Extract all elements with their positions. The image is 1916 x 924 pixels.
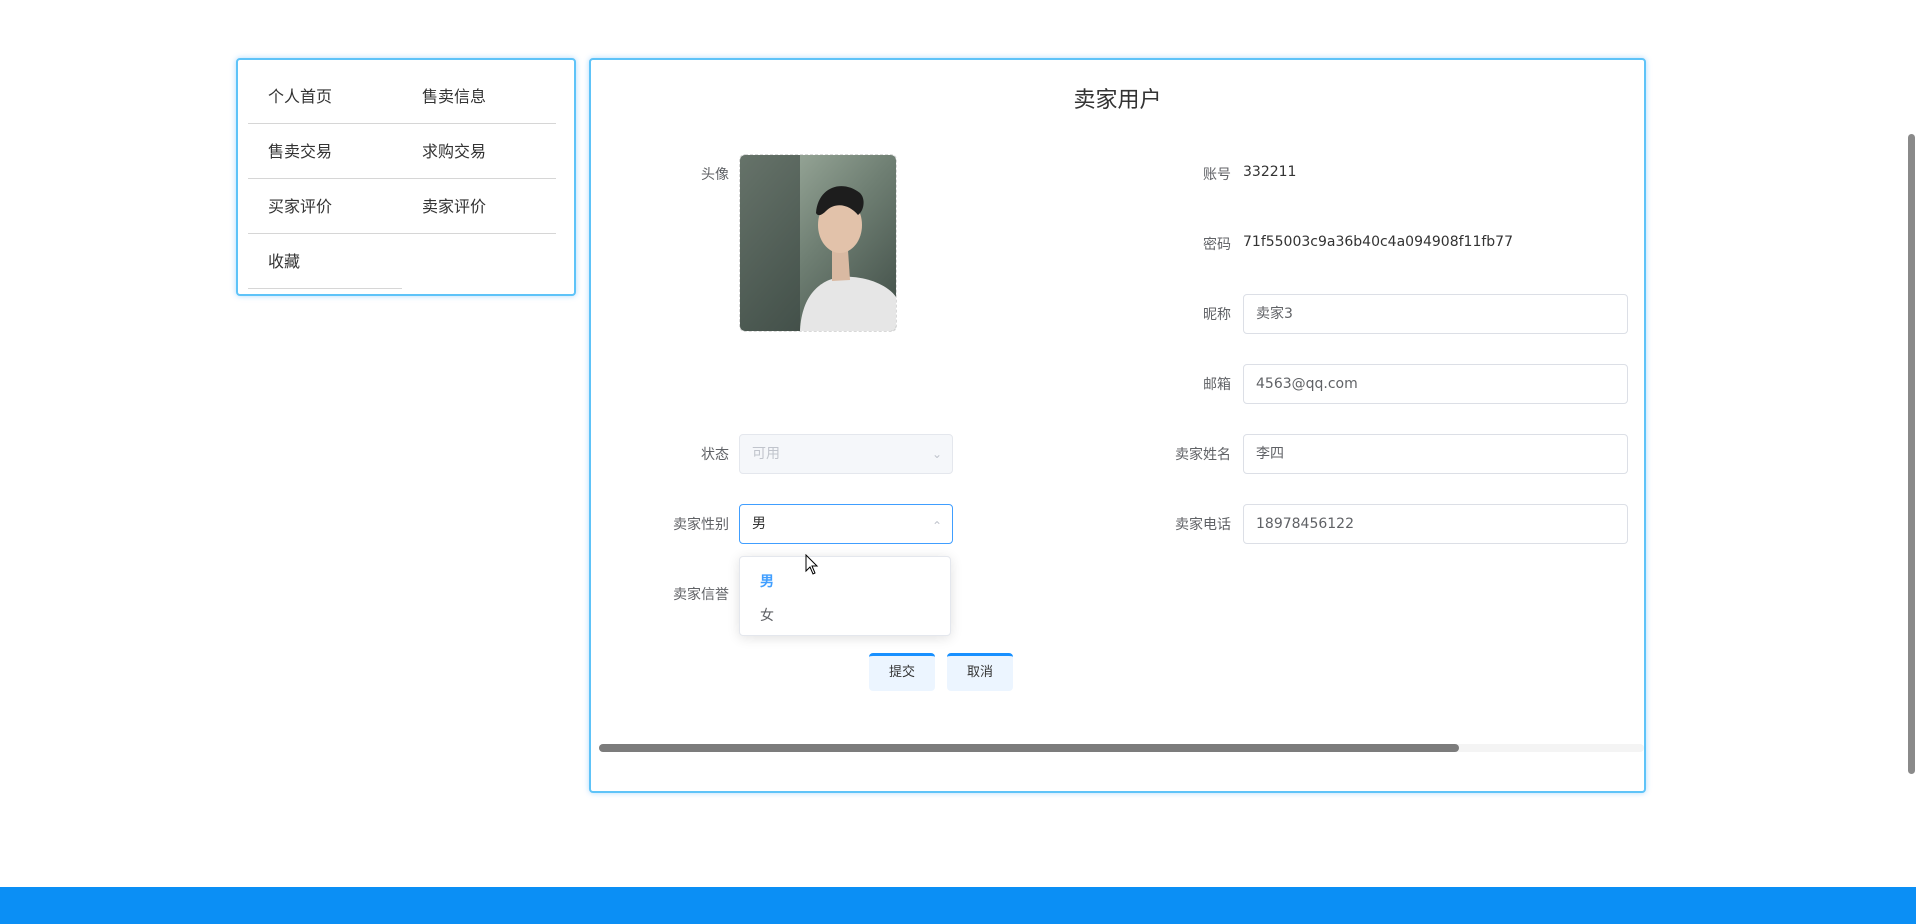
account-label: 账号 [1203, 167, 1231, 183]
gender-dropdown: 男 女 [739, 556, 951, 636]
menu-item-home[interactable]: 个人首页 [248, 70, 402, 124]
submit-button[interactable]: 提交 [869, 653, 935, 691]
status-select-value: 可用 [752, 446, 780, 462]
avatar-photo [740, 155, 896, 331]
menu-item-favorites[interactable]: 收藏 [248, 235, 402, 289]
chevron-down-icon: ⌄ [931, 447, 942, 461]
horizontal-scrollbar[interactable] [599, 744, 1644, 752]
menu-item-sale-info[interactable]: 售卖信息 [402, 70, 556, 124]
menu-item-buyer-review[interactable]: 买家评价 [248, 180, 402, 234]
nickname-input[interactable]: 卖家3 [1243, 294, 1628, 334]
phone-label: 卖家电话 [1175, 517, 1231, 533]
menu-item-purchase-trade[interactable]: 求购交易 [402, 125, 556, 179]
gender-option-male[interactable]: 男 [760, 571, 774, 591]
cancel-button[interactable]: 取消 [947, 653, 1013, 691]
seller-name-label: 卖家姓名 [1175, 447, 1231, 463]
footer-bar [0, 887, 1916, 924]
phone-input[interactable]: 18978456122 [1243, 504, 1628, 544]
seller-form-panel: 卖家用户 头像 账号 332211 密码 71f55003c9a36b40c4a… [589, 58, 1646, 793]
vertical-scrollbar[interactable] [1908, 134, 1915, 774]
nickname-label: 昵称 [1203, 307, 1231, 323]
gender-select[interactable]: 男 ⌃ [739, 504, 953, 544]
account-value: 332211 [1243, 164, 1297, 180]
avatar-upload[interactable] [739, 154, 897, 332]
avatar-label: 头像 [701, 167, 729, 183]
menu-item-sale-trade[interactable]: 售卖交易 [248, 125, 402, 179]
seller-name-input[interactable]: 李四 [1243, 434, 1628, 474]
horizontal-scrollbar-thumb[interactable] [599, 744, 1459, 752]
gender-option-female[interactable]: 女 [760, 605, 774, 625]
status-label: 状态 [701, 447, 729, 463]
menu-item-seller-review[interactable]: 卖家评价 [402, 180, 556, 234]
mouse-cursor-icon [805, 554, 819, 575]
chevron-up-icon: ⌃ [931, 519, 942, 533]
status-select: 可用 ⌄ [739, 434, 953, 474]
password-label: 密码 [1203, 237, 1231, 253]
credit-label: 卖家信誉 [673, 587, 729, 603]
email-input[interactable]: 4563@qq.com [1243, 364, 1628, 404]
password-value: 71f55003c9a36b40c4a094908f11fb77 [1243, 234, 1513, 250]
gender-select-value: 男 [752, 516, 766, 532]
gender-label: 卖家性别 [673, 517, 729, 533]
email-label: 邮箱 [1203, 377, 1231, 393]
page-title: 卖家用户 [1073, 88, 1162, 113]
side-menu: 个人首页 售卖信息 售卖交易 求购交易 买家评价 卖家评价 收藏 [236, 58, 576, 296]
